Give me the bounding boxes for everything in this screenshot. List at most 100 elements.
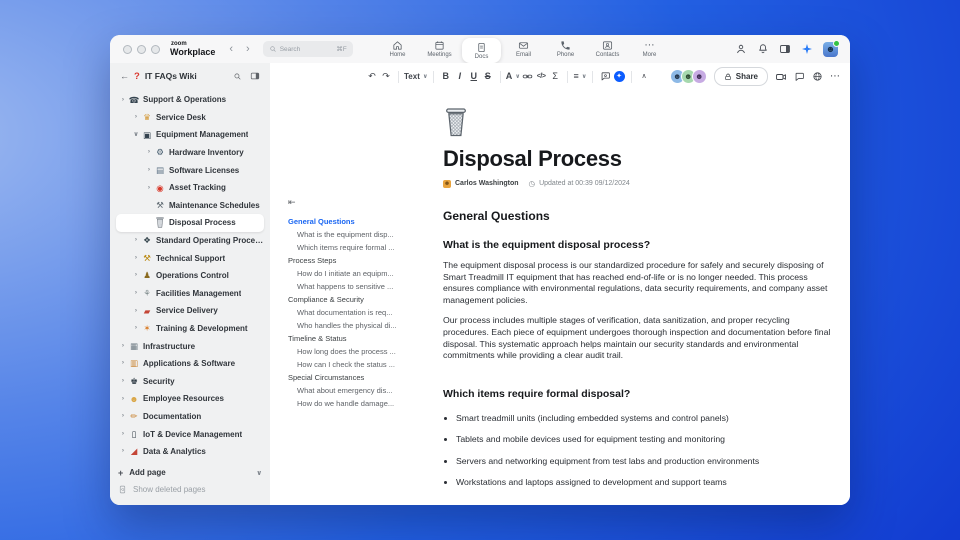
sidebar-back-button[interactable]: ← (120, 71, 129, 81)
chevron-icon[interactable]: › (118, 378, 128, 385)
bold-button[interactable]: B (439, 69, 453, 85)
chevron-icon[interactable]: › (131, 290, 141, 297)
video-call-icon[interactable] (775, 71, 787, 83)
link-icon[interactable] (522, 71, 533, 82)
chevron-icon[interactable]: › (131, 272, 141, 279)
chevron-icon[interactable]: › (144, 149, 154, 156)
sidebar-item[interactable]: ∨ ▣ Equipment Management (116, 126, 264, 144)
sidebar-item[interactable]: › ▯ IoT & Device Management (116, 425, 264, 443)
sidebar-item[interactable]: › ◉ Asset Tracking (116, 179, 264, 197)
sidebar-item[interactable]: › ☎ Support & Operations (116, 91, 264, 109)
sidebar-item[interactable]: › ◢ Data & Analytics (116, 443, 264, 461)
sidebar-item[interactable]: Disposal Process (116, 214, 264, 232)
sidebar-item[interactable]: › ⚒ Technical Support (116, 249, 264, 267)
user-avatar[interactable]: ☻ (823, 39, 840, 57)
redo-button[interactable]: ↷ (379, 69, 393, 85)
chevron-icon[interactable]: › (131, 307, 141, 315)
sidebar-item[interactable]: ⚒ Maintenance Schedules (116, 197, 264, 215)
chevron-icon[interactable]: › (144, 166, 154, 174)
window-controls[interactable] (123, 44, 160, 54)
toc-item[interactable]: How do we handle damage... (288, 399, 426, 412)
chevron-icon[interactable]: › (118, 96, 128, 104)
equation-button[interactable]: Σ (548, 69, 562, 85)
side-panel-icon[interactable] (779, 43, 791, 55)
chevron-icon[interactable]: › (131, 254, 141, 262)
sidebar-item[interactable]: › ❖ Standard Operating Procedures (116, 232, 264, 250)
close-window-button[interactable] (123, 44, 132, 54)
tab-more[interactable]: ⋯ More (630, 36, 669, 62)
chevron-icon[interactable]: › (131, 237, 141, 244)
show-deleted-pages-button[interactable]: Show deleted pages (118, 481, 262, 497)
toc-item[interactable]: What happens to sensitive ... (288, 282, 426, 295)
chevron-icon[interactable]: › (144, 184, 154, 192)
toc-item[interactable]: Who handles the physical di... (288, 321, 426, 334)
author-name[interactable]: Carlos Washington (455, 180, 519, 187)
share-button[interactable]: Share (713, 67, 768, 86)
chevron-down-icon[interactable]: ∨ (256, 469, 262, 477)
collaborator-avatars[interactable]: ☻ ☻ ☻ (669, 69, 707, 84)
tab-home[interactable]: Home (378, 36, 417, 62)
globe-icon[interactable] (812, 71, 823, 82)
add-page-button[interactable]: + Add page ∨ (118, 464, 262, 481)
tab-email[interactable]: Email (504, 36, 543, 62)
profile-icon[interactable] (735, 43, 747, 55)
chat-icon[interactable] (794, 71, 805, 82)
sidebar-item[interactable]: › ⚘ Facilities Management (116, 285, 264, 303)
sidebar-search-icon[interactable] (233, 72, 242, 81)
toc-item[interactable]: Timeline & Status (288, 334, 426, 347)
toc-item[interactable]: Which items require formal ... (288, 243, 426, 256)
more-options-icon[interactable]: ⋯ (830, 71, 840, 82)
sidebar-item[interactable]: › ♛ Service Desk (116, 109, 264, 127)
chevron-icon[interactable]: › (118, 360, 128, 367)
chevron-icon[interactable]: ∨ (131, 131, 141, 139)
text-color-dropdown[interactable]: A ∨ (506, 69, 520, 85)
chevron-icon[interactable]: › (118, 342, 128, 350)
chevron-icon[interactable]: › (131, 325, 141, 332)
sidebar-item[interactable]: › ▤ Software Licenses (116, 161, 264, 179)
ai-companion-button[interactable]: ✦ (613, 71, 625, 82)
toc-item[interactable]: Compliance & Security (288, 295, 426, 308)
toc-item[interactable]: How do I initiate an equipm... (288, 269, 426, 282)
tab-docs[interactable]: Docs (462, 38, 501, 63)
sidebar-item[interactable]: › ♟ Operations Control (116, 267, 264, 285)
code-button[interactable]: </> (534, 69, 548, 85)
sidebar-item[interactable]: › ▦ Infrastructure (116, 337, 264, 355)
toc-item[interactable]: What about emergency dis... (288, 386, 426, 399)
chevron-icon[interactable]: › (118, 448, 128, 455)
minimize-window-button[interactable] (137, 44, 146, 54)
notifications-bell-icon[interactable] (757, 43, 769, 55)
collapse-toolbar-button[interactable]: ∧ (637, 69, 651, 85)
global-search-input[interactable]: Search ⌘F (262, 41, 353, 57)
list-format-dropdown[interactable]: ≡ ∨ (573, 69, 587, 85)
text-style-dropdown[interactable]: Text ∨ (404, 69, 428, 85)
toc-item[interactable]: Special Circumstances (288, 373, 426, 386)
sidebar-item[interactable]: › ⚙ Hardware Inventory (116, 144, 264, 162)
sidebar-item[interactable]: › ✶ Training & Development (116, 320, 264, 338)
ai-companion-icon[interactable] (801, 43, 813, 55)
chevron-icon[interactable]: › (118, 430, 128, 438)
zoom-window-button[interactable] (151, 44, 160, 54)
toc-item[interactable]: What documentation is req... (288, 308, 426, 321)
forward-button[interactable]: › (246, 43, 250, 55)
sidebar-item[interactable]: › ▰ Service Delivery (116, 302, 264, 320)
underline-button[interactable]: U (467, 69, 481, 85)
toc-item[interactable]: General Questions (288, 217, 426, 230)
back-button[interactable]: ‹ (229, 43, 233, 55)
toc-item[interactable]: How long does the process ... (288, 347, 426, 360)
comment-icon[interactable] (600, 71, 611, 82)
chevron-icon[interactable]: › (118, 413, 128, 420)
toc-item[interactable]: What is the equipment disp... (288, 230, 426, 243)
toc-collapse-icon[interactable]: ⇤ (288, 197, 426, 208)
sidebar-item[interactable]: › ✏ Documentation (116, 408, 264, 426)
tab-contacts[interactable]: Contacts (588, 36, 627, 62)
strikethrough-button[interactable]: S (481, 69, 495, 85)
sidebar-item[interactable]: › ▥ Applications & Software (116, 355, 264, 373)
tab-phone[interactable]: Phone (546, 36, 585, 62)
chevron-icon[interactable]: › (131, 114, 141, 121)
toc-item[interactable]: Process Steps (288, 256, 426, 269)
sidebar-item[interactable]: › ♚ Security (116, 373, 264, 391)
toc-item[interactable]: How can I check the status ... (288, 360, 426, 373)
italic-button[interactable]: I (453, 69, 467, 85)
undo-button[interactable]: ↶ (365, 69, 379, 85)
chevron-icon[interactable]: › (118, 395, 128, 403)
